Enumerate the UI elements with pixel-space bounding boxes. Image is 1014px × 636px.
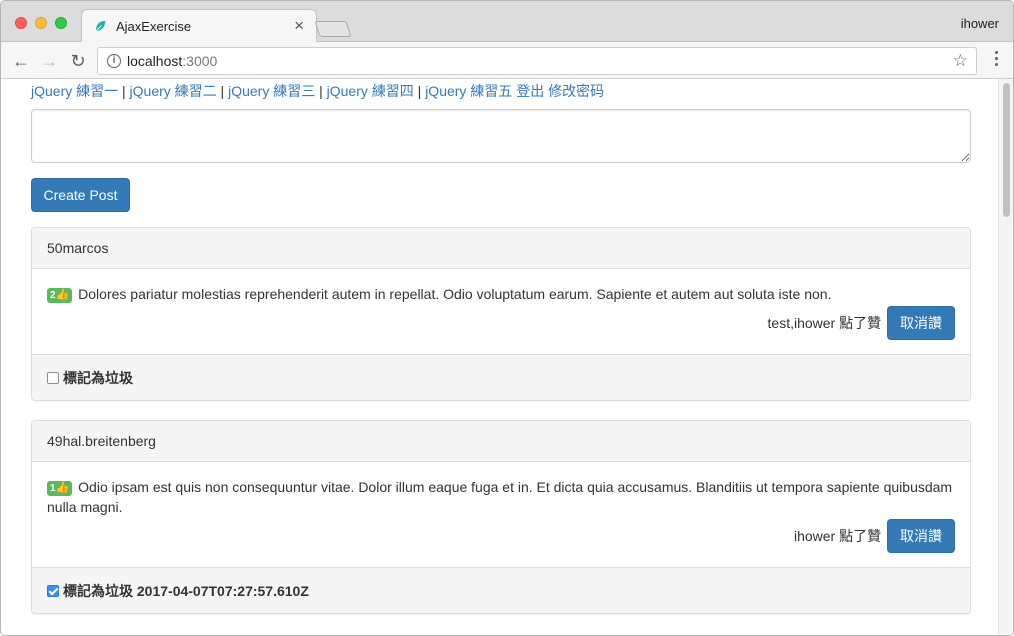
tab-ajaxexercise[interactable]: AjaxExercise × — [81, 9, 317, 43]
likers-text: test,ihower 點了贊 — [767, 315, 882, 331]
tab-title: AjaxExercise — [116, 19, 192, 34]
spam-label[interactable]: 標記為垃圾 — [63, 583, 133, 599]
spam-checkbox[interactable] — [47, 585, 59, 597]
page-viewport: jQuery 練習一 | jQuery 練習二 | jQuery 練習三 | j… — [1, 79, 1013, 635]
new-tab-button[interactable] — [314, 21, 352, 37]
nav-link-exercise-1[interactable]: jQuery 練習一 — [31, 83, 118, 99]
change-password-link[interactable]: 修改密码 — [548, 83, 604, 99]
nav-link-exercise-5[interactable]: jQuery 練習五 — [425, 83, 512, 99]
like-count-badge: 2👍 — [47, 288, 73, 303]
reload-icon[interactable]: ↻ — [68, 51, 88, 71]
url-port: :3000 — [182, 53, 218, 69]
thumbs-up-icon: 👍 — [55, 289, 70, 301]
forward-icon[interactable]: → — [39, 51, 59, 71]
zoom-window-icon[interactable] — [55, 17, 67, 29]
nav-separator: | — [216, 83, 229, 99]
url-text[interactable]: localhost:3000 — [127, 53, 217, 69]
browser-toolbar: ← → ↻ i localhost:3000 ☆ — [1, 42, 1013, 79]
create-post-button[interactable]: Create Post — [31, 178, 130, 212]
url-host: localhost — [127, 53, 183, 69]
post-text-row: 2👍 Dolores pariatur molestias reprehende… — [47, 284, 955, 304]
post-text-row: 1👍 Odio ipsam est quis non consequuntur … — [47, 477, 955, 517]
likers-text: ihower 點了贊 — [793, 528, 882, 544]
scrollbar-thumb[interactable] — [1003, 83, 1010, 217]
browser-menu-icon[interactable] — [995, 51, 999, 69]
profile-name[interactable]: ihower — [961, 16, 999, 31]
back-icon[interactable]: ← — [11, 51, 31, 71]
unlike-button[interactable]: 取消讚 — [887, 306, 955, 340]
post-author: 50marcos — [32, 228, 970, 269]
nav-separator: | — [315, 83, 327, 99]
tab-strip: AjaxExercise × ihower — [1, 1, 1013, 43]
nav-links: jQuery 練習一 | jQuery 練習二 | jQuery 練習三 | j… — [31, 81, 604, 101]
post-footer: 標記為垃圾 — [32, 354, 970, 400]
spam-label[interactable]: 標記為垃圾 — [63, 370, 133, 386]
address-bar[interactable]: i localhost:3000 ☆ — [97, 47, 977, 75]
unlike-button[interactable]: 取消讚 — [887, 519, 955, 553]
post-text: Dolores pariatur molestias reprehenderit… — [78, 286, 832, 302]
post-content-textarea[interactable] — [31, 109, 971, 163]
likes-row: ihower 點了贊 取消讚 — [47, 519, 955, 553]
likes-row: test,ihower 點了贊 取消讚 — [47, 306, 955, 340]
browser-window: AjaxExercise × ihower ← → ↻ i localhost:… — [0, 0, 1014, 636]
like-count-badge: 1👍 — [47, 481, 73, 496]
info-icon[interactable]: i — [107, 54, 121, 68]
nav-separator: | — [413, 83, 426, 99]
post-panel: 49hal.breitenberg 1👍 Odio ipsam est quis… — [31, 420, 971, 614]
nav-link-exercise-3[interactable]: jQuery 練習三 — [228, 83, 315, 99]
post-author: 49hal.breitenberg — [32, 421, 970, 462]
bookmark-star-icon[interactable]: ☆ — [953, 51, 968, 71]
post-panel: 50marcos 2👍 Dolores pariatur molestias r… — [31, 227, 971, 401]
leaf-icon — [95, 20, 106, 32]
thumbs-up-icon: 👍 — [55, 482, 70, 494]
tab-close-icon[interactable]: × — [294, 16, 304, 35]
nav-separator: | — [118, 83, 130, 99]
post-footer: 標記為垃圾 2017-04-07T07:27:57.610Z — [32, 567, 970, 613]
page-scrollbar[interactable] — [998, 79, 1013, 635]
post-body: 1👍 Odio ipsam est quis non consequuntur … — [32, 462, 970, 567]
logout-link[interactable]: 登出 — [516, 83, 544, 99]
post-body: 2👍 Dolores pariatur molestias reprehende… — [32, 269, 970, 354]
post-text: Odio ipsam est quis non consequuntur vit… — [47, 479, 953, 515]
close-window-icon[interactable] — [15, 17, 27, 29]
spam-timestamp: 2017-04-07T07:27:57.610Z — [136, 583, 309, 599]
spam-checkbox[interactable] — [47, 372, 59, 384]
nav-link-exercise-2[interactable]: jQuery 練習二 — [130, 83, 217, 99]
nav-link-exercise-4[interactable]: jQuery 練習四 — [327, 83, 414, 99]
minimize-window-icon[interactable] — [35, 17, 47, 29]
